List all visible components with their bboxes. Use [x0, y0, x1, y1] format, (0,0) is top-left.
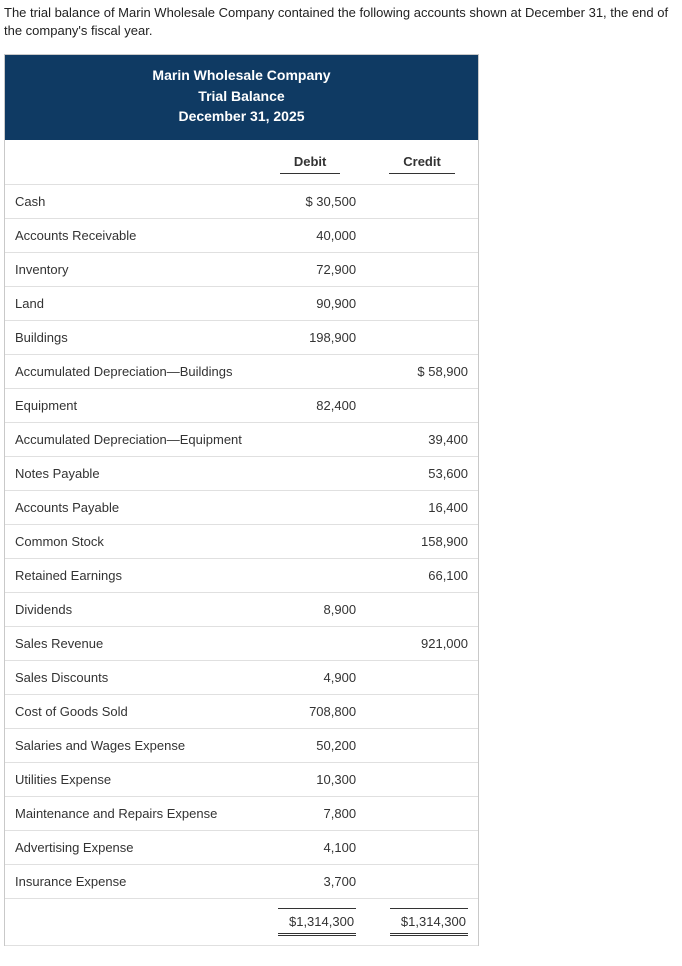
credit-total: $1,314,300 — [390, 908, 468, 936]
account-name: Equipment — [5, 389, 254, 423]
account-name: Common Stock — [5, 525, 254, 559]
debit-value: 198,900 — [254, 321, 366, 355]
debit-value: 50,200 — [254, 729, 366, 763]
credit-label: Credit — [389, 154, 455, 174]
debit-value: 4,100 — [254, 831, 366, 865]
company-name: Marin Wholesale Company — [13, 65, 470, 85]
account-name: Cost of Goods Sold — [5, 695, 254, 729]
col-header-debit: Debit — [254, 140, 366, 185]
table-row: Utilities Expense10,300 — [5, 763, 478, 797]
account-name: Utilities Expense — [5, 763, 254, 797]
account-name: Dividends — [5, 593, 254, 627]
debit-value — [254, 525, 366, 559]
account-name: Sales Revenue — [5, 627, 254, 661]
account-name: Notes Payable — [5, 457, 254, 491]
table-row: Sales Revenue 921,000 — [5, 627, 478, 661]
table-row: Accounts Receivable40,000 — [5, 219, 478, 253]
account-name: Maintenance and Repairs Expense — [5, 797, 254, 831]
debit-value — [254, 627, 366, 661]
table-row: Buildings198,900 — [5, 321, 478, 355]
debit-value: $ 30,500 — [254, 185, 366, 219]
table-row: Cost of Goods Sold708,800 — [5, 695, 478, 729]
table-row: Cash$ 30,500 — [5, 185, 478, 219]
credit-value — [366, 865, 478, 899]
debit-value: 82,400 — [254, 389, 366, 423]
credit-value — [366, 321, 478, 355]
credit-value — [366, 185, 478, 219]
credit-value: $ 58,900 — [366, 355, 478, 389]
credit-value — [366, 831, 478, 865]
table-row: Maintenance and Repairs Expense7,800 — [5, 797, 478, 831]
debit-value: 90,900 — [254, 287, 366, 321]
debit-value — [254, 355, 366, 389]
table-row: Inventory72,900 — [5, 253, 478, 287]
debit-value: 8,900 — [254, 593, 366, 627]
table-row: Land90,900 — [5, 287, 478, 321]
credit-value — [366, 661, 478, 695]
debit-total: $1,314,300 — [278, 908, 356, 936]
account-name: Buildings — [5, 321, 254, 355]
debit-value — [254, 491, 366, 525]
account-name: Land — [5, 287, 254, 321]
credit-value — [366, 287, 478, 321]
credit-value — [366, 797, 478, 831]
account-name: Sales Discounts — [5, 661, 254, 695]
credit-value: 66,100 — [366, 559, 478, 593]
credit-value: 921,000 — [366, 627, 478, 661]
debit-value: 7,800 — [254, 797, 366, 831]
trial-balance-table: Marin Wholesale Company Trial Balance De… — [4, 54, 479, 946]
account-name: Cash — [5, 185, 254, 219]
table-row: Retained Earnings 66,100 — [5, 559, 478, 593]
table-row: Advertising Expense4,100 — [5, 831, 478, 865]
table-row: Salaries and Wages Expense50,200 — [5, 729, 478, 763]
credit-value — [366, 729, 478, 763]
table-header: Marin Wholesale Company Trial Balance De… — [5, 55, 478, 140]
account-name: Inventory — [5, 253, 254, 287]
account-name: Accumulated Depreciation—Buildings — [5, 355, 254, 389]
debit-value: 40,000 — [254, 219, 366, 253]
table-row: Accumulated Depreciation—Buildings $ 58,9… — [5, 355, 478, 389]
table-row: Sales Discounts4,900 — [5, 661, 478, 695]
debit-value: 72,900 — [254, 253, 366, 287]
account-name: Retained Earnings — [5, 559, 254, 593]
credit-value: 158,900 — [366, 525, 478, 559]
report-title: Trial Balance — [13, 86, 470, 106]
debit-value: 708,800 — [254, 695, 366, 729]
debit-value: 3,700 — [254, 865, 366, 899]
account-name: Accounts Receivable — [5, 219, 254, 253]
report-date: December 31, 2025 — [13, 106, 470, 126]
account-name: Salaries and Wages Expense — [5, 729, 254, 763]
account-name: Accounts Payable — [5, 491, 254, 525]
intro-text: The trial balance of Marin Wholesale Com… — [4, 4, 682, 40]
debit-value — [254, 457, 366, 491]
credit-value — [366, 763, 478, 797]
account-name: Accumulated Depreciation—Equipment — [5, 423, 254, 457]
col-header-account — [5, 140, 254, 185]
debit-value: 4,900 — [254, 661, 366, 695]
debit-value — [254, 423, 366, 457]
credit-value: 16,400 — [366, 491, 478, 525]
credit-value — [366, 389, 478, 423]
table-row: Accumulated Depreciation—Equipment 39,400 — [5, 423, 478, 457]
credit-value — [366, 593, 478, 627]
credit-value — [366, 253, 478, 287]
table-row: Common Stock 158,900 — [5, 525, 478, 559]
debit-value: 10,300 — [254, 763, 366, 797]
table-row: Insurance Expense3,700 — [5, 865, 478, 899]
totals-row: $1,314,300 $1,314,300 — [5, 899, 478, 946]
account-name: Insurance Expense — [5, 865, 254, 899]
debit-value — [254, 559, 366, 593]
col-header-credit: Credit — [366, 140, 478, 185]
credit-value: 53,600 — [366, 457, 478, 491]
debit-label: Debit — [280, 154, 341, 174]
table-row: Notes Payable 53,600 — [5, 457, 478, 491]
table-row: Accounts Payable 16,400 — [5, 491, 478, 525]
column-header-row: Debit Credit — [5, 140, 478, 185]
account-name: Advertising Expense — [5, 831, 254, 865]
credit-value — [366, 219, 478, 253]
credit-value: 39,400 — [366, 423, 478, 457]
table-row: Equipment82,400 — [5, 389, 478, 423]
credit-value — [366, 695, 478, 729]
table-row: Dividends8,900 — [5, 593, 478, 627]
